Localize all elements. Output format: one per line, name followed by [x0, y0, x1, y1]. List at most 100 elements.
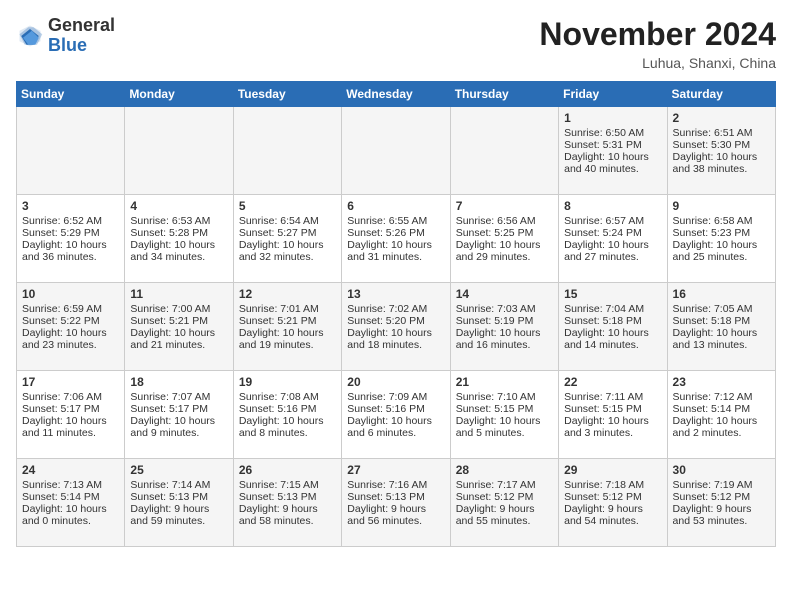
day-info: Sunrise: 7:07 AM [130, 391, 227, 403]
day-info: Sunset: 5:12 PM [456, 491, 553, 503]
day-info: Sunset: 5:16 PM [347, 403, 444, 415]
day-info: Sunrise: 7:15 AM [239, 479, 336, 491]
day-number: 3 [22, 199, 119, 213]
day-info: Daylight: 10 hours and 31 minutes. [347, 239, 444, 263]
day-number: 18 [130, 375, 227, 389]
calendar-cell: 23Sunrise: 7:12 AMSunset: 5:14 PMDayligh… [667, 371, 775, 459]
day-info: Sunset: 5:28 PM [130, 227, 227, 239]
day-info: Daylight: 9 hours and 54 minutes. [564, 503, 661, 527]
day-number: 12 [239, 287, 336, 301]
day-info: Sunrise: 6:52 AM [22, 215, 119, 227]
calendar-cell: 12Sunrise: 7:01 AMSunset: 5:21 PMDayligh… [233, 283, 341, 371]
day-info: Daylight: 10 hours and 8 minutes. [239, 415, 336, 439]
day-number: 29 [564, 463, 661, 477]
day-info: Sunrise: 7:08 AM [239, 391, 336, 403]
calendar-cell: 2Sunrise: 6:51 AMSunset: 5:30 PMDaylight… [667, 107, 775, 195]
day-info: Sunrise: 6:57 AM [564, 215, 661, 227]
calendar-cell: 5Sunrise: 6:54 AMSunset: 5:27 PMDaylight… [233, 195, 341, 283]
day-info: Sunrise: 7:16 AM [347, 479, 444, 491]
day-info: Daylight: 9 hours and 58 minutes. [239, 503, 336, 527]
day-info: Sunset: 5:14 PM [22, 491, 119, 503]
header-wednesday: Wednesday [342, 82, 450, 107]
day-info: Sunrise: 6:51 AM [673, 127, 770, 139]
calendar-cell: 8 Sunrise: 6:57 AMSunset: 5:24 PMDaylight… [559, 195, 667, 283]
calendar-cell: 20Sunrise: 7:09 AMSunset: 5:16 PMDayligh… [342, 371, 450, 459]
day-number: 10 [22, 287, 119, 301]
day-info: Sunset: 5:15 PM [456, 403, 553, 415]
day-number: 23 [673, 375, 770, 389]
header-tuesday: Tuesday [233, 82, 341, 107]
day-number: 19 [239, 375, 336, 389]
calendar-cell: 25Sunrise: 7:14 AMSunset: 5:13 PMDayligh… [125, 459, 233, 547]
day-info: Daylight: 10 hours and 2 minutes. [673, 415, 770, 439]
day-info: Daylight: 9 hours and 56 minutes. [347, 503, 444, 527]
day-info: Daylight: 10 hours and 40 minutes. [564, 151, 661, 175]
day-info: Sunset: 5:16 PM [239, 403, 336, 415]
day-info: Daylight: 10 hours and 9 minutes. [130, 415, 227, 439]
header-sunday: Sunday [17, 82, 125, 107]
day-number: 8 [564, 199, 661, 213]
day-info: Sunset: 5:29 PM [22, 227, 119, 239]
day-info: Sunset: 5:22 PM [22, 315, 119, 327]
day-info: Sunset: 5:24 PM [564, 227, 661, 239]
calendar-cell [17, 107, 125, 195]
calendar-body: 1Sunrise: 6:50 AMSunset: 5:31 PMDaylight… [17, 107, 776, 547]
calendar-cell: 21Sunrise: 7:10 AMSunset: 5:15 PMDayligh… [450, 371, 558, 459]
day-info: Sunset: 5:23 PM [673, 227, 770, 239]
day-info: Sunrise: 7:06 AM [22, 391, 119, 403]
day-info: Daylight: 10 hours and 0 minutes. [22, 503, 119, 527]
day-info: Daylight: 10 hours and 6 minutes. [347, 415, 444, 439]
day-info: Sunset: 5:19 PM [456, 315, 553, 327]
calendar-cell: 13Sunrise: 7:02 AMSunset: 5:20 PMDayligh… [342, 283, 450, 371]
day-info: Sunset: 5:13 PM [130, 491, 227, 503]
day-info: Sunset: 5:18 PM [673, 315, 770, 327]
day-info: Sunset: 5:12 PM [673, 491, 770, 503]
header-saturday: Saturday [667, 82, 775, 107]
day-number: 20 [347, 375, 444, 389]
day-number: 6 [347, 199, 444, 213]
day-info: Daylight: 10 hours and 3 minutes. [564, 415, 661, 439]
day-info: Sunset: 5:21 PM [239, 315, 336, 327]
day-info: Sunrise: 7:19 AM [673, 479, 770, 491]
day-info: Daylight: 10 hours and 13 minutes. [673, 327, 770, 351]
day-info: Sunset: 5:26 PM [347, 227, 444, 239]
day-number: 17 [22, 375, 119, 389]
header-thursday: Thursday [450, 82, 558, 107]
day-info: Sunset: 5:12 PM [564, 491, 661, 503]
day-info: Sunrise: 7:17 AM [456, 479, 553, 491]
logo-general: General [48, 16, 115, 36]
calendar-week-1: 1Sunrise: 6:50 AMSunset: 5:31 PMDaylight… [17, 107, 776, 195]
calendar-cell: 10Sunrise: 6:59 AMSunset: 5:22 PMDayligh… [17, 283, 125, 371]
day-info: Sunrise: 7:03 AM [456, 303, 553, 315]
day-info: Daylight: 10 hours and 14 minutes. [564, 327, 661, 351]
day-info: Sunrise: 6:55 AM [347, 215, 444, 227]
day-info: Sunrise: 7:13 AM [22, 479, 119, 491]
day-info: Sunrise: 7:04 AM [564, 303, 661, 315]
calendar-cell [342, 107, 450, 195]
day-info: Daylight: 10 hours and 32 minutes. [239, 239, 336, 263]
day-info: Sunrise: 7:18 AM [564, 479, 661, 491]
day-number: 1 [564, 111, 661, 125]
day-info: Daylight: 10 hours and 27 minutes. [564, 239, 661, 263]
calendar-cell: 4Sunrise: 6:53 AMSunset: 5:28 PMDaylight… [125, 195, 233, 283]
calendar-cell: 7Sunrise: 6:56 AMSunset: 5:25 PMDaylight… [450, 195, 558, 283]
calendar-cell: 28Sunrise: 7:17 AMSunset: 5:12 PMDayligh… [450, 459, 558, 547]
day-info: Daylight: 10 hours and 25 minutes. [673, 239, 770, 263]
day-number: 13 [347, 287, 444, 301]
logo-icon [16, 22, 44, 50]
day-number: 27 [347, 463, 444, 477]
day-info: Daylight: 10 hours and 5 minutes. [456, 415, 553, 439]
title-area: November 2024 Luhua, Shanxi, China [539, 16, 776, 71]
calendar-cell: 6 Sunrise: 6:55 AMSunset: 5:26 PMDaylight… [342, 195, 450, 283]
header-friday: Friday [559, 82, 667, 107]
day-info: Sunrise: 6:59 AM [22, 303, 119, 315]
day-number: 30 [673, 463, 770, 477]
day-info: Sunset: 5:17 PM [130, 403, 227, 415]
calendar-cell: 24Sunrise: 7:13 AMSunset: 5:14 PMDayligh… [17, 459, 125, 547]
day-info: Sunrise: 6:56 AM [456, 215, 553, 227]
calendar-week-2: 3Sunrise: 6:52 AMSunset: 5:29 PMDaylight… [17, 195, 776, 283]
day-info: Daylight: 10 hours and 36 minutes. [22, 239, 119, 263]
day-number: 14 [456, 287, 553, 301]
calendar-cell: 29 Sunrise: 7:18 AMSunset: 5:12 PMDayligh… [559, 459, 667, 547]
day-number: 15 [564, 287, 661, 301]
